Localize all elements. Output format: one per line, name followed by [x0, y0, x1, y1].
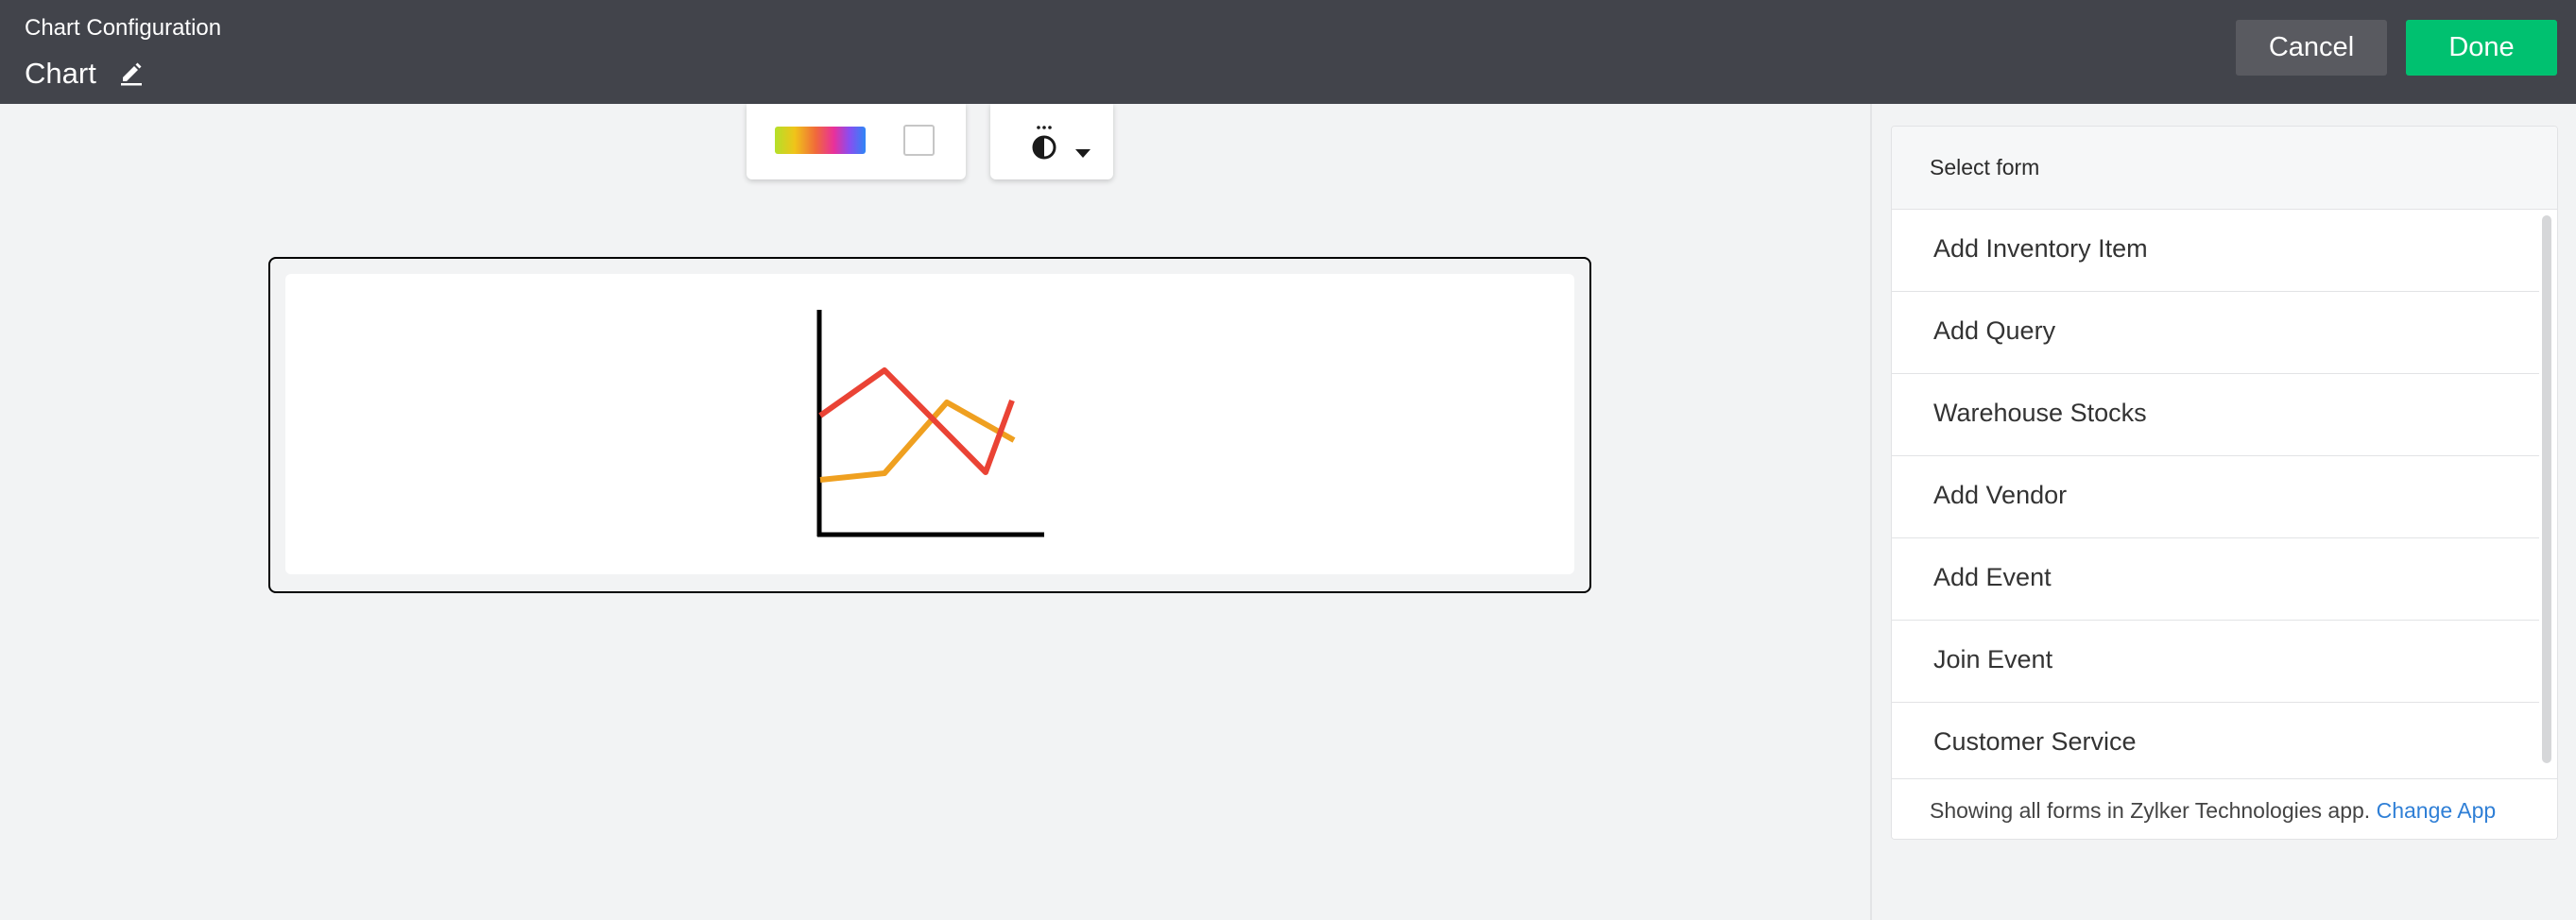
- line-chart-icon: [816, 310, 1044, 537]
- form-item-label: Join Event: [1933, 645, 2053, 673]
- list-item[interactable]: Add Event: [1892, 538, 2539, 621]
- list-item[interactable]: Join Event: [1892, 621, 2539, 703]
- list-item[interactable]: Add Inventory Item: [1892, 210, 2539, 292]
- page-title: Chart Configuration: [25, 15, 222, 41]
- cancel-button[interactable]: Cancel: [2236, 20, 2387, 76]
- chart-theme-icon[interactable]: [1028, 125, 1060, 162]
- panel-title: Select form: [1930, 155, 2040, 179]
- form-item-label: Customer Service: [1933, 727, 2137, 756]
- top-bar: Chart Configuration Chart Cancel Done: [0, 0, 2576, 104]
- form-list: Add Inventory Item Add Query Warehouse S…: [1892, 210, 2539, 839]
- panel-header: Select form: [1892, 127, 2557, 210]
- list-item[interactable]: Warehouse Stocks: [1892, 374, 2539, 456]
- panel-divider: [1870, 104, 1872, 920]
- form-item-label: Add Event: [1933, 563, 2052, 591]
- done-button[interactable]: Done: [2406, 20, 2557, 76]
- pencil-icon[interactable]: [117, 59, 146, 87]
- form-item-label: Add Query: [1933, 316, 2056, 345]
- color-palette-swatch[interactable]: [775, 127, 866, 154]
- background-color-swatch[interactable]: [903, 125, 935, 156]
- footer-message: Showing all forms in Zylker Technologies…: [1930, 798, 2371, 823]
- panel-footer: Showing all forms in Zylker Technologies…: [1892, 778, 2557, 839]
- list-item[interactable]: Add Query: [1892, 292, 2539, 374]
- change-app-link[interactable]: Change App: [2377, 798, 2497, 823]
- color-toolbar: [747, 104, 966, 179]
- form-item-label: Add Inventory Item: [1933, 234, 2148, 263]
- caret-down-icon[interactable]: [1075, 149, 1091, 158]
- form-item-label: Add Vendor: [1933, 481, 2068, 509]
- chart-preview-canvas: [285, 274, 1574, 574]
- chart-preview[interactable]: [268, 257, 1591, 593]
- list-item[interactable]: Add Vendor: [1892, 456, 2539, 538]
- list-item[interactable]: Customer Service: [1892, 703, 2539, 785]
- theme-toolbar[interactable]: [990, 104, 1113, 179]
- chart-name: Chart: [25, 57, 96, 90]
- form-item-label: Warehouse Stocks: [1933, 399, 2147, 427]
- select-form-panel: Select form Add Inventory Item Add Query…: [1891, 126, 2558, 840]
- footer-text: Showing all forms in Zylker Technologies…: [1930, 798, 2496, 824]
- scrollbar[interactable]: [2542, 215, 2551, 763]
